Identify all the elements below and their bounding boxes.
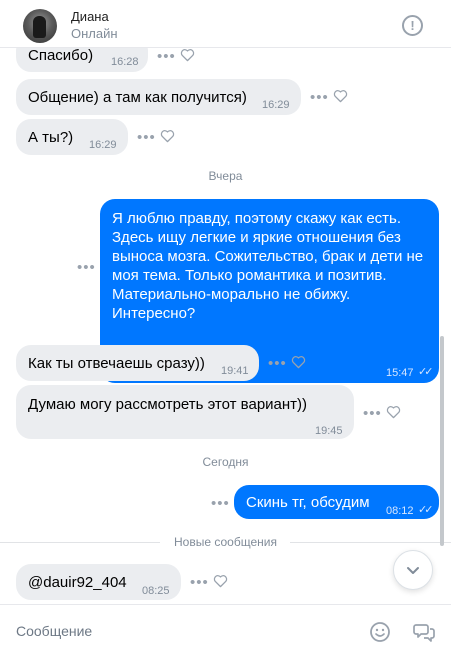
message-time: 16:29	[262, 99, 290, 111]
avatar[interactable]	[23, 9, 57, 43]
chat-header: Диана Онлайн !	[0, 0, 451, 48]
message-time: 16:28	[111, 56, 139, 68]
message-actions-icon[interactable]: •••	[77, 260, 96, 275]
message-text: Как ты отвечаешь сразу))	[28, 355, 205, 372]
heart-icon[interactable]	[333, 89, 348, 103]
heart-icon[interactable]	[213, 574, 228, 588]
heart-icon[interactable]	[160, 129, 175, 143]
message-actions-icon[interactable]: •••	[137, 130, 156, 145]
incoming-message[interactable]: А ты?) 16:29	[16, 119, 128, 155]
message-text: Спасибо)	[28, 48, 94, 64]
message-text-line: моя тема. Только романтика и позитив.	[112, 267, 387, 284]
chevron-down-icon	[407, 567, 419, 574]
message-time: 19:41	[221, 365, 249, 377]
info-icon[interactable]: !	[402, 15, 423, 36]
message-text-line: Материально-морально не обижу.	[112, 286, 351, 303]
incoming-message[interactable]: Общение) а там как получится) 16:29	[16, 79, 301, 115]
message-text-line: Я люблю правду, поэтому скажу как есть.	[112, 210, 402, 227]
message-text-line: выноса мозга. Сожительство, брак и дети …	[112, 248, 424, 265]
new-messages-divider-line	[290, 542, 451, 543]
incoming-message[interactable]: Спасибо) 16:28	[16, 48, 148, 72]
voice-message-icon[interactable]	[413, 621, 435, 643]
message-text-line: Интересно?	[112, 305, 196, 322]
message-composer	[0, 604, 451, 657]
message-actions-icon[interactable]: •••	[268, 356, 287, 371]
message-actions-icon[interactable]: •••	[157, 49, 176, 64]
incoming-message[interactable]: Думаю могу рассмотреть этот вариант)) 19…	[16, 385, 354, 439]
message-actions-icon[interactable]: •••	[211, 496, 230, 511]
message-actions-icon[interactable]: •••	[310, 90, 329, 105]
date-separator: Вчера	[208, 169, 243, 183]
date-separator: Сегодня	[202, 455, 249, 469]
message-text-line: Здесь ищу легкие и яркие отношения без	[112, 229, 401, 246]
heart-icon[interactable]	[180, 48, 195, 62]
message-time: 19:45	[315, 425, 343, 437]
message-time: 15:47	[386, 367, 414, 379]
message-actions-icon[interactable]: •••	[190, 575, 209, 590]
message-actions-icon[interactable]: •••	[363, 406, 382, 421]
message-time: 08:12	[386, 505, 414, 517]
message-input[interactable]	[16, 618, 356, 644]
contact-status: Онлайн	[71, 26, 118, 41]
incoming-message[interactable]: Как ты отвечаешь сразу)) 19:41	[16, 345, 259, 381]
heart-icon[interactable]	[386, 405, 401, 419]
message-text: Общение) а там как получится)	[28, 89, 247, 106]
message-text: Скинь тг, обсудим	[246, 494, 370, 511]
message-text: Думаю могу рассмотреть этот вариант))	[28, 396, 308, 413]
scroll-down-button[interactable]	[393, 550, 433, 590]
outgoing-message[interactable]: Скинь тг, обсудим 08:12 ✓✓	[234, 485, 439, 519]
smile-icon[interactable]	[369, 621, 391, 643]
heart-icon[interactable]	[291, 355, 306, 369]
read-checkmarks-icon: ✓✓	[418, 504, 434, 516]
message-text: А ты?)	[28, 129, 74, 146]
scrollbar[interactable]	[440, 336, 444, 546]
message-text: @dauir92_404	[28, 574, 127, 591]
message-time: 08:25	[142, 585, 170, 597]
incoming-message[interactable]: @dauir92_404 08:25	[16, 564, 181, 600]
contact-name[interactable]: Диана	[71, 9, 109, 24]
read-checkmarks-icon: ✓✓	[418, 366, 434, 378]
message-feed[interactable]: Спасибо) 16:28 ••• Общение) а там как по…	[0, 48, 451, 604]
message-time: 16:29	[89, 139, 117, 151]
